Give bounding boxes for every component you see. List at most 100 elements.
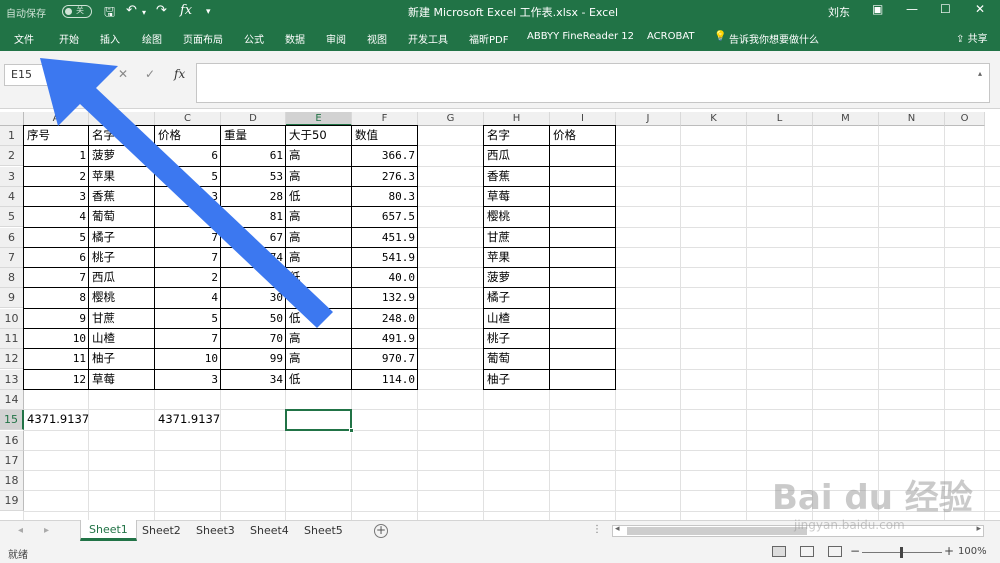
cell-c15[interactable]: 4371.9137 (155, 410, 221, 430)
sheet-tab-sheet3[interactable]: Sheet3 (188, 521, 243, 542)
column-header-e[interactable]: E (286, 112, 352, 126)
table-header-cell[interactable]: 重量 (221, 126, 286, 146)
tab-acrobat[interactable]: ACROBAT (647, 31, 695, 42)
table-cell[interactable]: 菠萝 (484, 268, 550, 288)
row-header-7[interactable]: 7 (0, 248, 24, 268)
table-cell[interactable]: 451.9 (352, 228, 418, 248)
tab-abbyy[interactable]: ABBYY FineReader 12 (527, 31, 634, 42)
table-cell[interactable]: 6 (155, 146, 221, 166)
table-cell[interactable]: 3 (24, 187, 89, 207)
enter-icon[interactable]: ✓ (145, 67, 155, 81)
column-header-b[interactable]: B (89, 112, 155, 126)
table-cell[interactable]: 12 (24, 370, 89, 390)
table-cell[interactable]: 2 (24, 167, 89, 187)
table-cell[interactable]: 山楂 (484, 309, 550, 329)
table-cell[interactable]: 30 (221, 288, 286, 308)
table-cell[interactable]: 葡萄 (484, 349, 550, 369)
customize-qa-icon[interactable]: ▾ (206, 7, 211, 17)
table-cell[interactable]: 甘蔗 (484, 228, 550, 248)
zoom-in-icon[interactable]: + (944, 544, 954, 558)
autosave-toggle[interactable]: 关 (62, 5, 92, 18)
tab-developer[interactable]: 开发工具 (408, 31, 448, 46)
table-cell[interactable]: 低 (286, 288, 352, 308)
table-cell[interactable]: 491.9 (352, 329, 418, 349)
table-cell[interactable]: 10 (24, 329, 89, 349)
tab-view[interactable]: 视图 (367, 31, 387, 46)
table-cell[interactable]: 高 (286, 248, 352, 268)
maximize-icon[interactable]: ☐ (940, 2, 951, 16)
row-header-4[interactable]: 4 (0, 187, 24, 207)
active-cell-e15[interactable] (285, 409, 354, 433)
table-cell[interactable]: 高 (286, 329, 352, 349)
column-header-h[interactable]: H (484, 112, 550, 126)
table-cell[interactable]: 山楂 (89, 329, 155, 349)
table-cell[interactable]: 3 (155, 370, 221, 390)
table-cell[interactable]: 橘子 (484, 288, 550, 308)
table-cell[interactable]: 樱桃 (484, 207, 550, 227)
table-cell[interactable]: 53 (221, 167, 286, 187)
table-cell[interactable]: 3 (155, 187, 221, 207)
add-sheet-button[interactable]: + (374, 524, 388, 538)
table-cell[interactable]: 高 (286, 207, 352, 227)
table-header-cell[interactable]: 数值 (352, 126, 418, 146)
share-button[interactable]: ⇪ 共享 (956, 30, 988, 45)
table-cell[interactable]: 8 (24, 288, 89, 308)
table-cell[interactable]: 657.5 (352, 207, 418, 227)
table-cell[interactable]: 34 (221, 370, 286, 390)
expand-formula-bar-icon[interactable]: ▴ (978, 69, 982, 78)
row-header-9[interactable]: 9 (0, 288, 24, 308)
row-header-17[interactable]: 17 (0, 451, 24, 471)
worksheet-grid[interactable]: A B C D E F G H I J K L M N O 1 2 3 4 5 6 7 8 9 10 11 12 13 14 15 16 17… (0, 112, 1000, 520)
table-cell[interactable]: 高 (286, 167, 352, 187)
close-icon[interactable]: ✕ (975, 2, 985, 16)
tab-foxit-pdf[interactable]: 福昕PDF (469, 31, 508, 46)
table-cell[interactable]: 7 (155, 248, 221, 268)
row-header-2[interactable]: 2 (0, 146, 24, 166)
zoom-level[interactable]: 100% (958, 546, 987, 557)
table-cell[interactable]: 9 (24, 309, 89, 329)
redo-icon[interactable]: ↷ (156, 3, 167, 18)
table-cell[interactable]: 高 (286, 146, 352, 166)
table-cell[interactable]: 7 (155, 329, 221, 349)
table-cell[interactable]: 970.7 (352, 349, 418, 369)
table-cell[interactable]: 132.9 (352, 288, 418, 308)
zoom-out-icon[interactable]: − (850, 544, 860, 558)
formula-input[interactable] (196, 63, 990, 103)
table-cell[interactable]: 74 (221, 248, 286, 268)
column-header-j[interactable]: J (616, 112, 681, 126)
table-cell[interactable]: 8 (155, 207, 221, 227)
table-cell[interactable]: 6 (24, 248, 89, 268)
table-cell[interactable]: 7 (155, 228, 221, 248)
table-cell[interactable]: 276.3 (352, 167, 418, 187)
tab-home[interactable]: 开始 (59, 31, 79, 46)
table-cell[interactable]: 桃子 (484, 329, 550, 349)
tell-me-search[interactable]: 告诉我你想要做什么 (729, 31, 819, 46)
tab-review[interactable]: 审阅 (326, 31, 346, 46)
sheet-tab-sheet1[interactable]: Sheet1 (80, 520, 137, 541)
table-cell[interactable]: 甘蔗 (89, 309, 155, 329)
scroll-right-icon[interactable]: ▸ (976, 524, 981, 534)
row-header-16[interactable]: 16 (0, 431, 24, 451)
scroll-left-icon[interactable]: ◂ (615, 524, 620, 534)
horizontal-scrollbar[interactable]: ◂ ▸ (612, 524, 984, 537)
table-cell[interactable]: 草莓 (484, 187, 550, 207)
column-header-d[interactable]: D (221, 112, 286, 126)
tab-file[interactable]: 文件 (14, 31, 34, 46)
cell-a15[interactable]: 4371.9137 (24, 410, 89, 430)
row-header-14[interactable]: 14 (0, 390, 24, 410)
undo-icon[interactable]: ↶ (126, 3, 137, 18)
table-cell[interactable]: 4 (155, 288, 221, 308)
column-header-i[interactable]: I (550, 112, 616, 126)
table-cell[interactable]: 114.0 (352, 370, 418, 390)
table-cell[interactable]: 低 (286, 309, 352, 329)
user-name[interactable]: 刘东 (828, 4, 850, 20)
tab-data[interactable]: 数据 (285, 31, 305, 46)
column-header-o[interactable]: O (945, 112, 985, 126)
table-cell[interactable]: 50 (221, 309, 286, 329)
table-cell[interactable]: 橘子 (89, 228, 155, 248)
cancel-icon[interactable]: ✕ (118, 67, 128, 81)
table-header-cell[interactable]: 价格 (550, 126, 616, 146)
table-cell[interactable]: 40.0 (352, 268, 418, 288)
table-cell[interactable]: 高 (286, 349, 352, 369)
column-header-f[interactable]: F (352, 112, 418, 126)
